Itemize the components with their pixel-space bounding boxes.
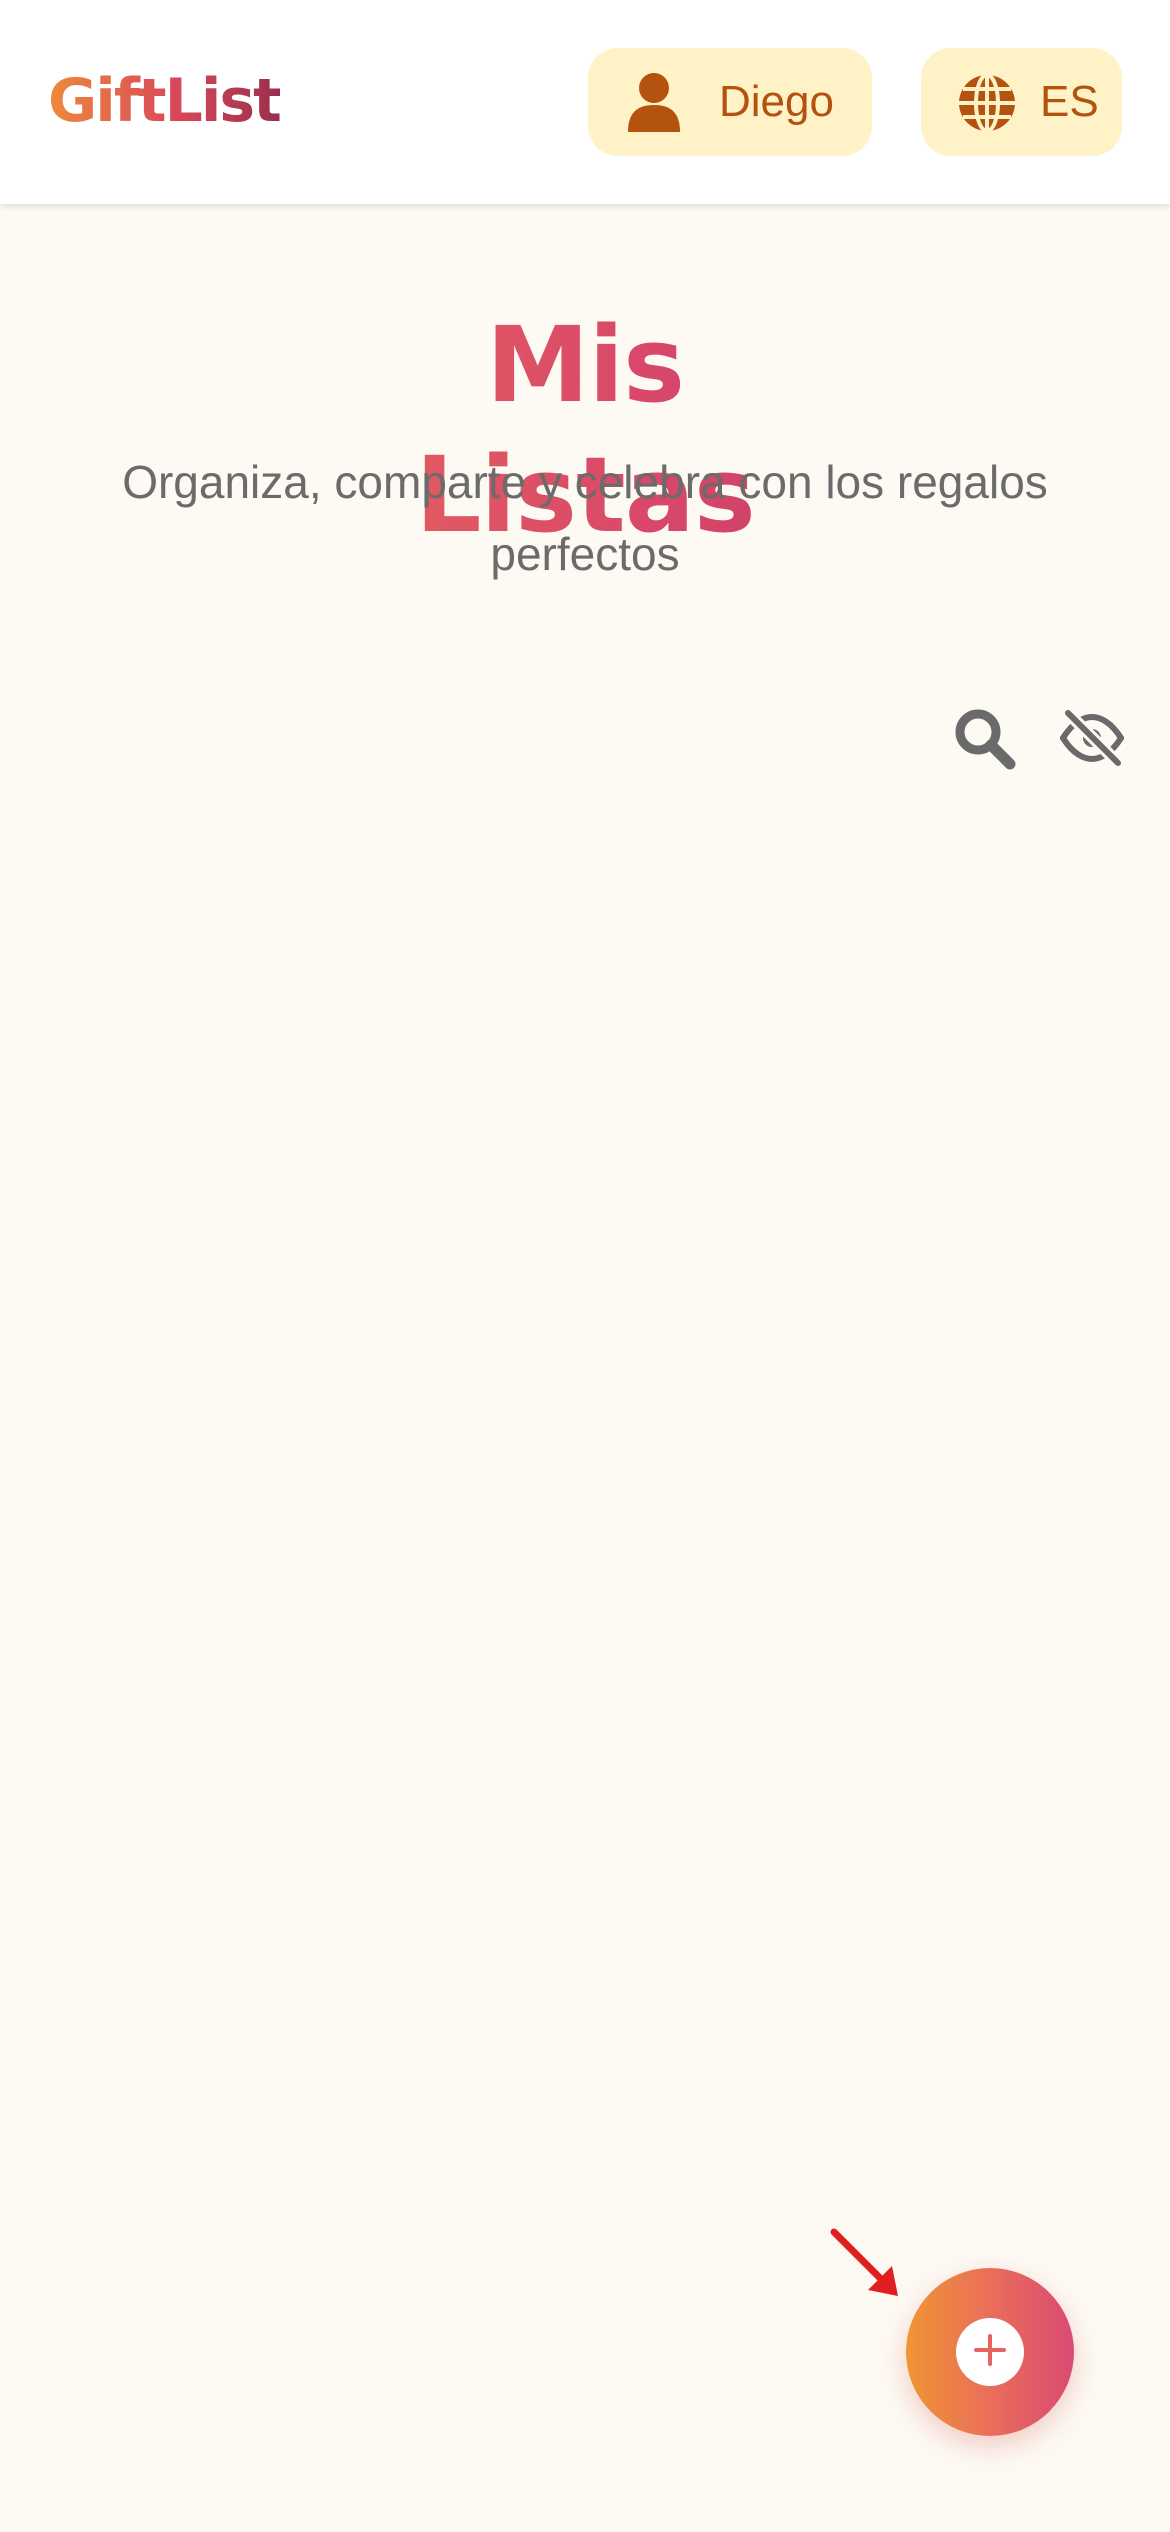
search-icon	[952, 706, 1016, 774]
globe-icon	[957, 73, 1017, 144]
fab-inner-circle	[956, 2318, 1024, 2386]
plus-icon	[970, 2330, 1010, 2374]
add-list-button[interactable]	[906, 2268, 1074, 2436]
user-name-label: Diego	[719, 77, 834, 126]
app-header: GiftList Diego ES	[0, 0, 1170, 204]
user-menu-button[interactable]: Diego	[588, 48, 872, 156]
search-button[interactable]	[944, 700, 1024, 780]
annotation-arrow	[826, 2224, 906, 2308]
app-logo[interactable]: GiftList	[48, 58, 282, 144]
page-subtitle: Organiza, comparte y celebra con los reg…	[122, 456, 1048, 580]
language-selector-button[interactable]: ES	[921, 48, 1122, 156]
language-label: ES	[1040, 77, 1099, 126]
eye-slash-icon	[1059, 708, 1125, 770]
user-icon	[626, 72, 682, 143]
toggle-hidden-button[interactable]	[1052, 700, 1132, 780]
